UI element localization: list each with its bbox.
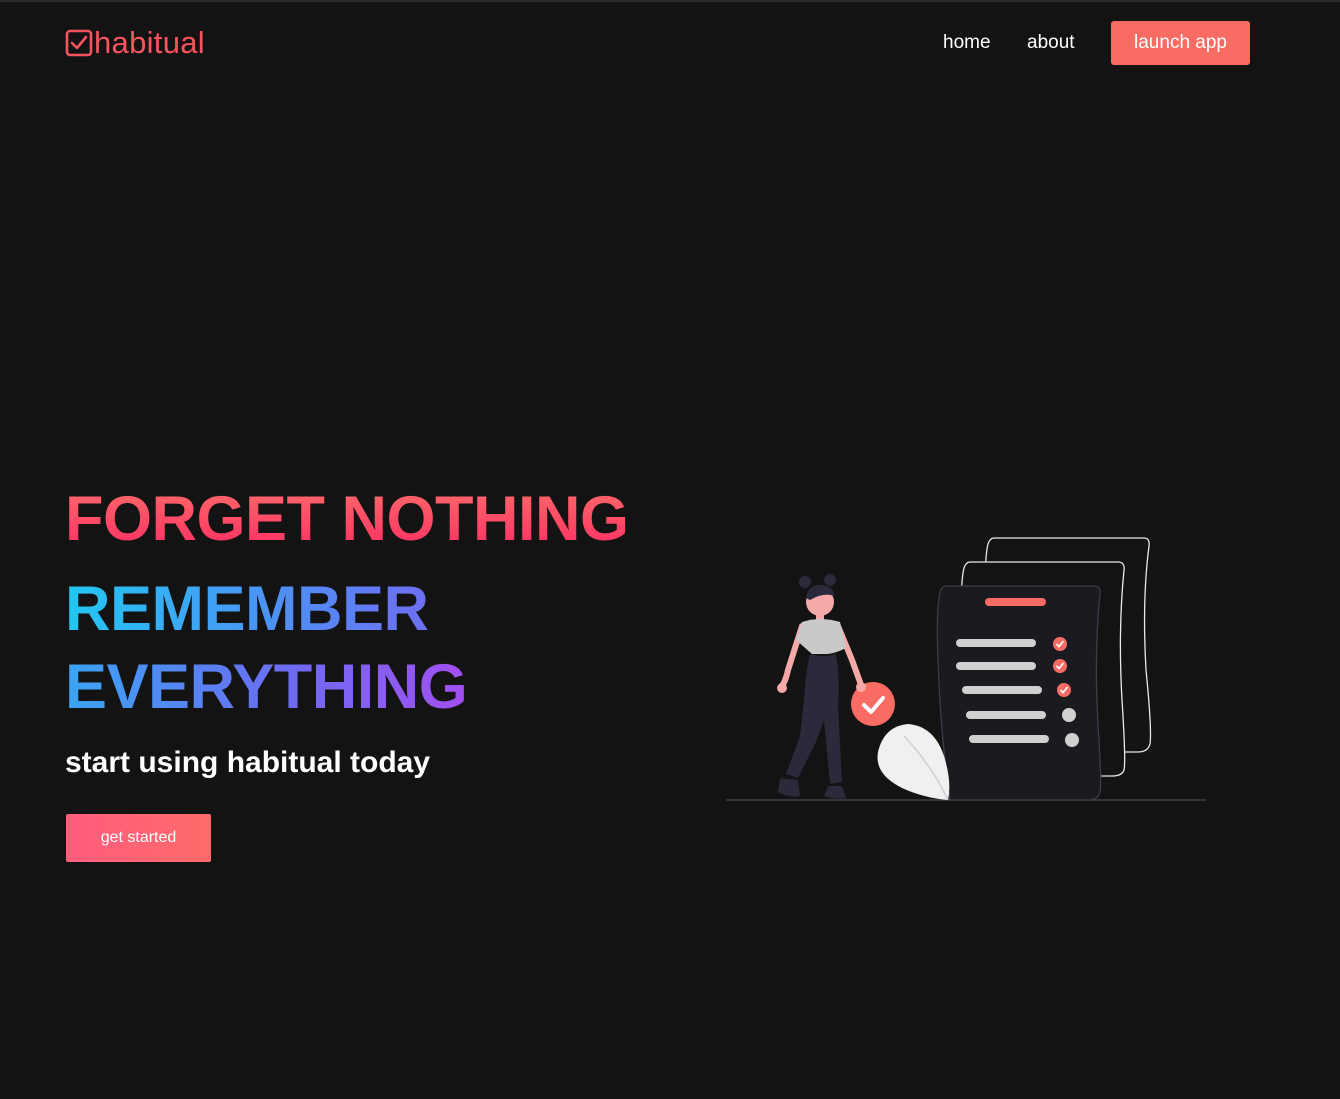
check-done-icon [1057, 683, 1071, 697]
check-done-icon [1053, 659, 1067, 673]
nav-about-link[interactable]: about [1027, 31, 1075, 55]
checklist-title-bar [985, 598, 1046, 606]
hero-headline-forget: FORGET NOTHING [65, 484, 629, 554]
woman-checklist-illustration [726, 537, 1206, 801]
get-started-button[interactable]: get started [66, 814, 211, 862]
checkbox-icon [65, 29, 93, 57]
checklist-line [966, 711, 1046, 719]
hero-headline-everything: EVERYTHING [65, 652, 468, 722]
checklist-line [969, 735, 1049, 743]
nav-home-link[interactable]: home [943, 31, 991, 55]
woman-figure [777, 574, 866, 799]
leaf-icon [877, 724, 950, 801]
checklist-line [962, 686, 1042, 694]
hero-subtitle: start using habitual today [65, 746, 431, 779]
check-pending-icon [1062, 708, 1076, 722]
check-pending-icon [1065, 733, 1079, 747]
brand-name: habitual [94, 25, 205, 60]
launch-app-button[interactable]: launch app [1111, 21, 1250, 65]
navbar: habitual home about launch app [0, 0, 1340, 88]
hero-headline-remember: REMEMBER [65, 574, 429, 644]
brand-logo[interactable]: habitual [65, 26, 205, 60]
check-done-icon [1053, 637, 1067, 651]
checklist-line [956, 639, 1036, 647]
checklist-line [956, 662, 1036, 670]
